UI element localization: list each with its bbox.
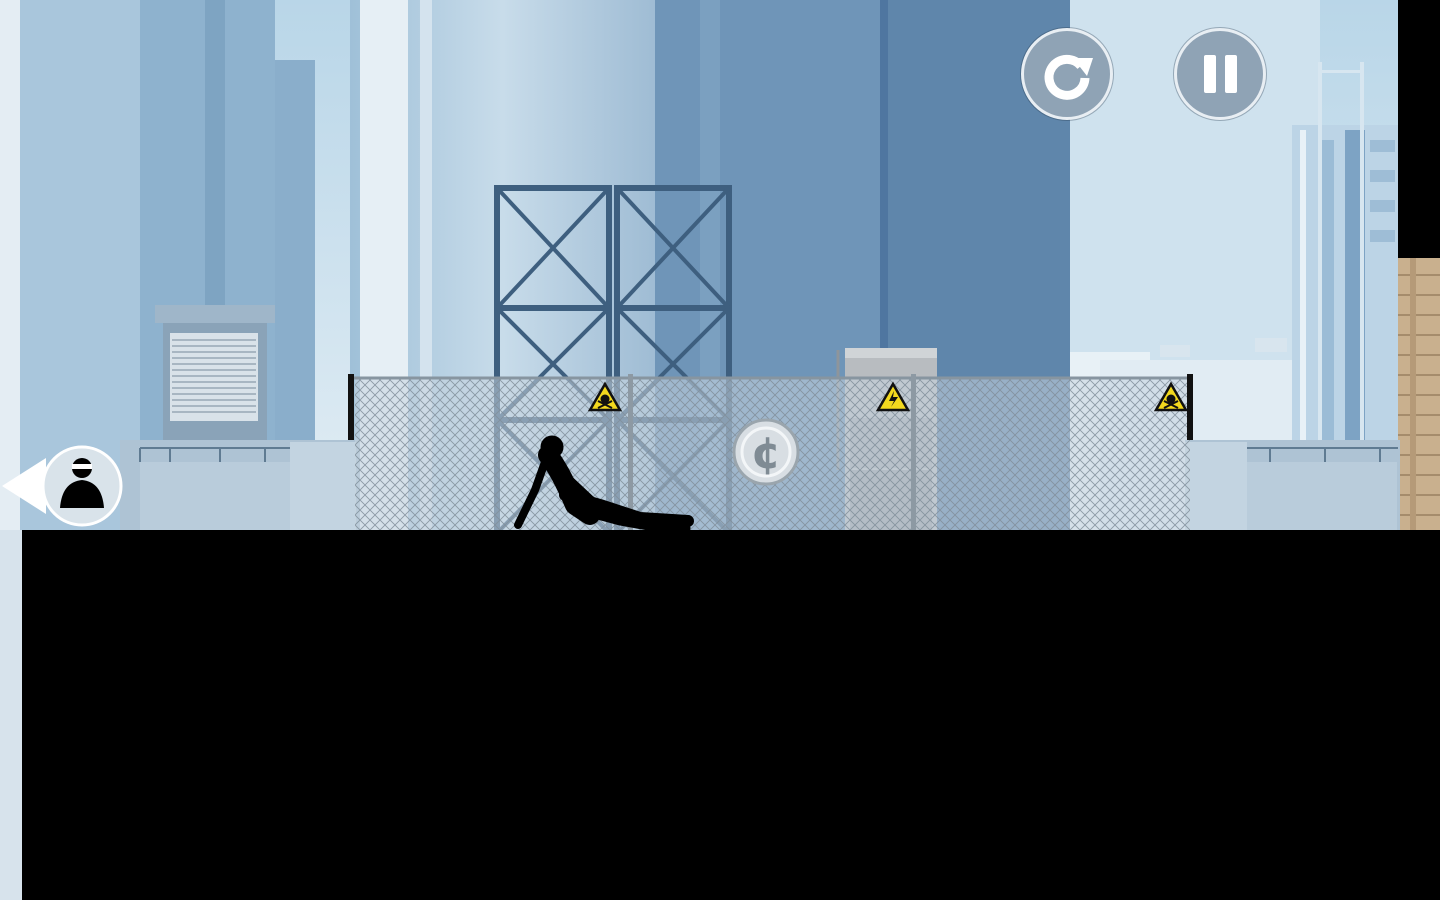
game-scene: ¢ — [0, 0, 1440, 900]
pause-button[interactable] — [1174, 28, 1266, 120]
game-viewport[interactable]: ¢ — [0, 0, 1440, 900]
rooftop-vent — [155, 305, 275, 448]
coin-symbol: ¢ — [751, 428, 782, 479]
rooftop-ground — [20, 530, 1440, 900]
restart-button[interactable] — [1021, 28, 1113, 120]
left-edge-building — [0, 530, 22, 900]
restart-arrow-icon — [1044, 54, 1093, 100]
coin-icon[interactable]: ¢ — [732, 418, 800, 486]
pause-icon — [1203, 55, 1237, 93]
pursuer-indicator[interactable] — [0, 444, 125, 528]
